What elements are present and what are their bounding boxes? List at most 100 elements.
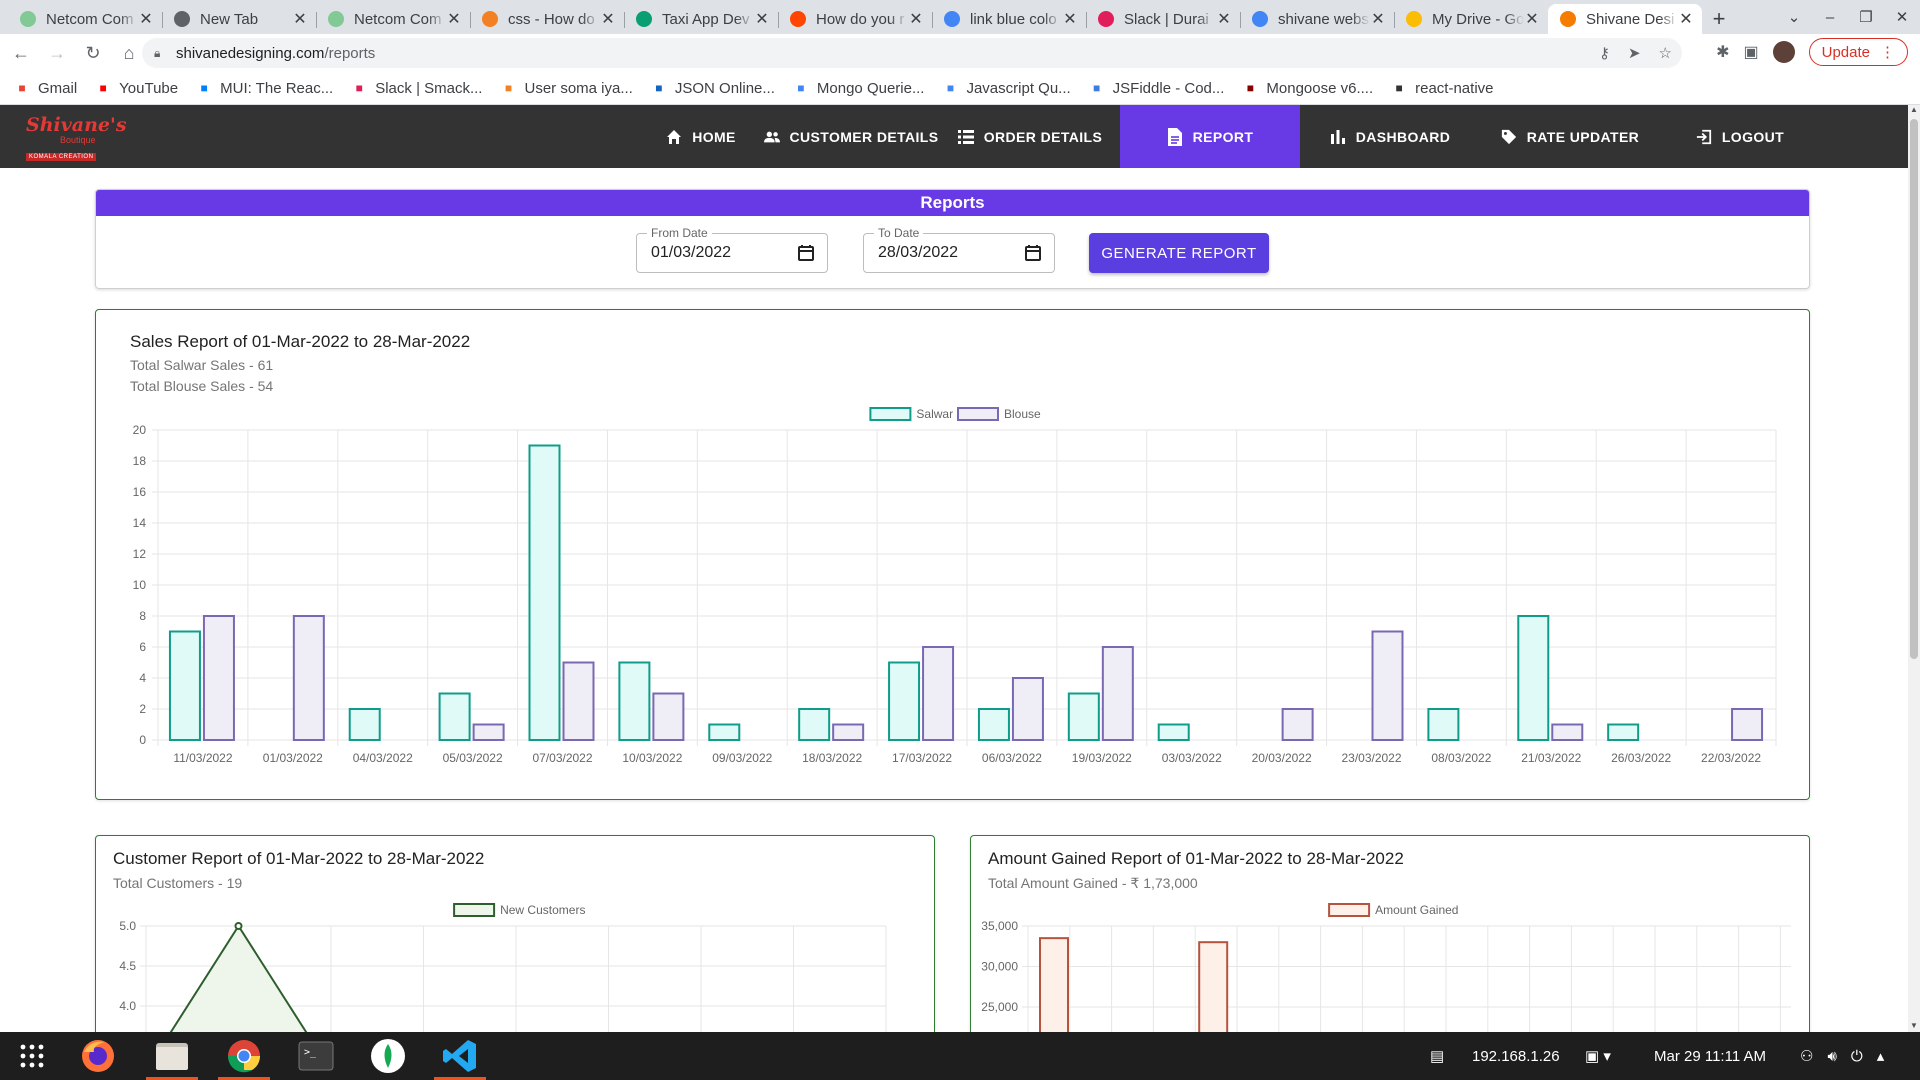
bookmark-item[interactable]: ■ react-native (1391, 80, 1494, 97)
tray-expand-icon[interactable]: ▴ (1877, 1047, 1885, 1065)
tab-close-icon[interactable]: ✕ (754, 9, 770, 29)
power-icon[interactable]: ⏻ (1851, 1048, 1863, 1065)
address-bar[interactable]: 🔒︎ shivanedesigning.com/reports ⚷ ➤ ☆ (142, 38, 1682, 68)
firefox-icon[interactable] (78, 1038, 118, 1074)
browser-tab[interactable]: Taxi App Dev ✕ (624, 4, 778, 34)
tab-title: Taxi App Dev (662, 10, 750, 28)
generate-report-button[interactable]: GENERATE REPORT (1089, 233, 1269, 273)
clipboard-tray-icon[interactable]: ▤ (1430, 1032, 1444, 1080)
close-window-icon[interactable]: ✕ (1884, 4, 1920, 30)
files-icon[interactable] (146, 1038, 198, 1080)
browser-tab[interactable]: link blue colo ✕ (932, 4, 1086, 34)
nav-customer-details[interactable]: CUSTOMER DETAILS (762, 105, 940, 168)
network-icon[interactable]: ⚇ (1800, 1047, 1813, 1065)
bookmark-label: User soma iya... (524, 79, 633, 97)
sales-bar-chart: 0 2 4 6 8 10 12 14 16 18 20 11/03/2022 01/03/2022 04/… (133, 407, 1777, 765)
side-panel-icon[interactable]: ▣ (1744, 42, 1759, 62)
tab-close-icon[interactable]: ✕ (908, 9, 924, 29)
nav-order-details[interactable]: ORDER DETAILS (940, 105, 1120, 168)
tab-close-icon[interactable]: ✕ (1524, 9, 1540, 29)
browser-tab[interactable]: New Tab ✕ (162, 4, 316, 34)
scroll-up-icon[interactable]: ▲ (1908, 105, 1920, 117)
minimize-icon[interactable]: – (1812, 4, 1848, 30)
brand-logo[interactable]: Shivane's Boutique KOMALA CREATION (26, 114, 127, 161)
tab-close-icon[interactable]: ✕ (1678, 9, 1694, 29)
clock[interactable]: Mar 29 11:11 AM (1654, 1032, 1766, 1080)
bookmark-item[interactable]: ■ JSON Online... (651, 80, 775, 97)
browser-toolbar: ← → ↻ ⌂ 🔒︎ shivanedesigning.com/reports … (0, 34, 1920, 72)
list-icon (957, 129, 974, 145)
nav-report[interactable]: REPORT (1120, 105, 1300, 168)
tab-close-icon[interactable]: ✕ (446, 9, 462, 29)
vscode-icon[interactable] (434, 1038, 486, 1080)
tab-search-icon[interactable]: ⌄ (1776, 4, 1812, 30)
browser-tab[interactable]: Netcom Com ✕ (316, 4, 470, 34)
bookmark-item[interactable]: ■ User soma iya... (500, 79, 633, 97)
bookmark-item[interactable]: ■ YouTube (95, 80, 179, 97)
from-date-field[interactable]: From Date 01/03/2022 (636, 226, 828, 273)
extensions-icon[interactable]: ✱ (1716, 42, 1729, 62)
update-button[interactable]: Update ⋮ (1808, 38, 1908, 66)
report-icon (1167, 127, 1183, 146)
tab-close-icon[interactable]: ✕ (600, 9, 616, 29)
mongodb-compass-icon[interactable] (368, 1038, 408, 1074)
logo-line1: Shivane's (26, 114, 127, 136)
bar-salwar (1517, 615, 1550, 741)
to-date-value: 28/03/2022 (878, 244, 959, 261)
logout-icon (1696, 129, 1712, 145)
send-icon[interactable]: ➤ (1628, 44, 1641, 62)
browser-tab[interactable]: How do you r ✕ (778, 4, 932, 34)
chrome-icon[interactable] (218, 1038, 270, 1080)
home-browser-icon[interactable]: ⌂ (114, 38, 144, 68)
reload-icon[interactable]: ↻ (78, 38, 108, 68)
browser-tab[interactable]: Shivane Desi ✕ (1548, 4, 1702, 34)
bookmark-item[interactable]: ■ Mongoose v6.... (1242, 80, 1373, 97)
bookmark-item[interactable]: ■ MUI: The Reac... (196, 80, 334, 97)
nav-home[interactable]: HOME (640, 105, 762, 168)
screenshot-tray-icon[interactable]: ▣ ▾ (1585, 1032, 1611, 1080)
calendar-icon[interactable] (1024, 244, 1042, 262)
bar-salwar (1607, 723, 1640, 741)
browser-tab[interactable]: Netcom Com ✕ (8, 4, 162, 34)
tab-close-icon[interactable]: ✕ (1370, 9, 1386, 29)
tab-title: How do you r (816, 10, 905, 28)
profile-avatar[interactable] (1772, 41, 1795, 63)
x-tick-label: 20/03/2022 (1252, 751, 1312, 765)
bookmark-label: Gmail (38, 79, 78, 97)
browser-tab[interactable]: shivane webs ✕ (1240, 4, 1394, 34)
tab-close-icon[interactable]: ✕ (1216, 9, 1232, 29)
terminal-icon[interactable]: >_ (296, 1038, 336, 1074)
bookmark-label: Javascript Qu... (966, 79, 1071, 97)
calendar-icon[interactable] (797, 244, 815, 262)
y-tick-label: 18 (133, 454, 147, 468)
star-icon[interactable]: ☆ (1659, 44, 1672, 62)
back-icon[interactable]: ← (6, 38, 36, 68)
y-tick-label: 20 (133, 423, 147, 437)
restore-icon[interactable]: ❐ (1848, 4, 1884, 30)
tab-close-icon[interactable]: ✕ (292, 9, 308, 29)
nav-rate-updater[interactable]: RATE UPDATER (1480, 105, 1660, 168)
to-date-field[interactable]: To Date 28/03/2022 (863, 226, 1055, 273)
browser-tab[interactable]: Slack | Durai ✕ (1086, 4, 1240, 34)
nav-dashboard[interactable]: DASHBOARD (1300, 105, 1480, 168)
scroll-thumb[interactable] (1910, 119, 1918, 659)
key-icon[interactable]: ⚷ (1599, 44, 1610, 62)
forward-icon[interactable]: → (42, 38, 72, 68)
new-tab-icon[interactable]: + (1702, 4, 1736, 34)
bookmark-item[interactable]: ■ Slack | Smack... (351, 80, 483, 97)
browser-tab[interactable]: css - How do ✕ (470, 4, 624, 34)
page-scrollbar[interactable]: ▲ ▼ (1908, 105, 1920, 1033)
nav-logout[interactable]: LOGOUT (1660, 105, 1820, 168)
bar-salwar (168, 630, 201, 741)
bookmark-item[interactable]: ■ Gmail (14, 80, 77, 97)
tab-close-icon[interactable]: ✕ (138, 9, 154, 29)
volume-icon[interactable]: 🔊︎ (1827, 1048, 1836, 1065)
bookmark-item[interactable]: ■ Javascript Qu... (942, 79, 1071, 97)
app-grid-icon[interactable] (12, 1038, 52, 1074)
nav-label: HOME (692, 128, 736, 145)
system-tray[interactable]: ⚇ 🔊︎ ⏻ ▴ (1800, 1032, 1884, 1080)
bookmark-item[interactable]: ■ JSFiddle - Cod... (1089, 80, 1224, 97)
tab-close-icon[interactable]: ✕ (1062, 9, 1078, 29)
bookmark-item[interactable]: ■ Mongo Querie... (793, 80, 924, 97)
browser-tab[interactable]: My Drive - Go ✕ (1394, 4, 1548, 34)
